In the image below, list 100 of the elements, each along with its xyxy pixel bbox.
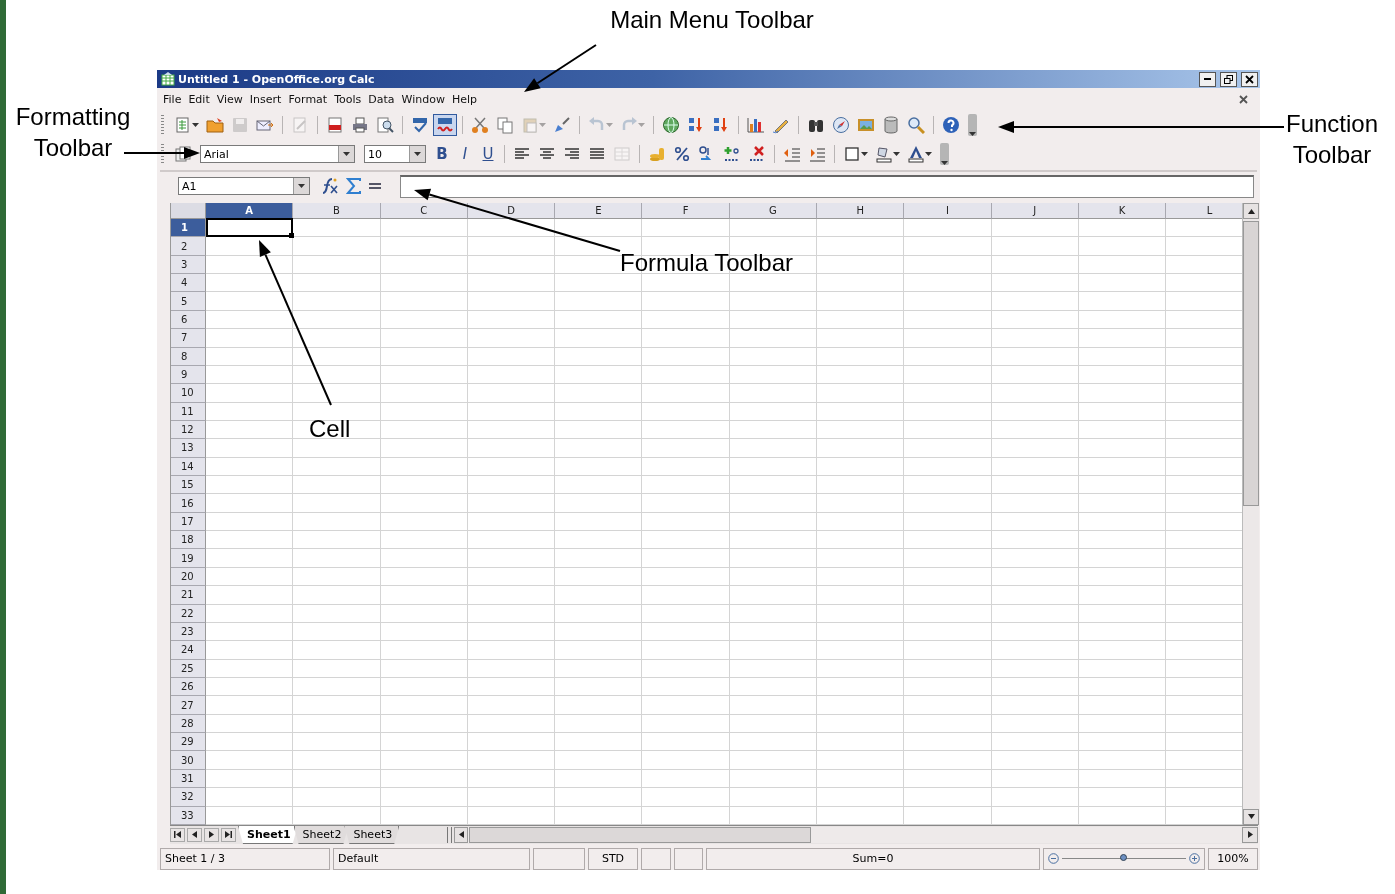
page-style: Default	[333, 847, 530, 870]
restore-button[interactable]	[1220, 71, 1237, 87]
right-arrow-icon[interactable]	[1246, 831, 1254, 839]
row-header[interactable]: 4	[171, 274, 206, 293]
underline-button[interactable]: U	[477, 143, 499, 165]
caret-icon[interactable]	[925, 152, 932, 156]
caret-icon[interactable]	[893, 152, 900, 156]
last-icon[interactable]	[225, 831, 232, 839]
font-color-icon[interactable]	[907, 145, 925, 163]
row-header[interactable]: 30	[171, 751, 206, 770]
column-header[interactable]: H	[817, 203, 905, 219]
caret-icon[interactable]	[941, 161, 948, 165]
left-arrow-icon[interactable]	[457, 831, 465, 839]
row-header[interactable]: 27	[171, 696, 206, 715]
caret-icon[interactable]	[343, 152, 350, 156]
row-header[interactable]: 10	[171, 384, 206, 403]
menu-item[interactable]: File	[163, 92, 187, 106]
font-size-dropdown[interactable]: 10	[364, 145, 426, 163]
first-sheet-button[interactable]	[170, 827, 185, 842]
scroll-right-button[interactable]	[1242, 826, 1258, 843]
column-header[interactable]: F	[642, 203, 730, 219]
caret-icon[interactable]	[414, 152, 421, 156]
row-header[interactable]: 7	[171, 329, 206, 348]
row-header[interactable]: 5	[171, 292, 206, 311]
menu-item[interactable]: Data	[368, 92, 400, 106]
scroll-down-button[interactable]	[1243, 808, 1259, 825]
toolbar-overflow-button[interactable]	[940, 143, 949, 165]
status-field	[674, 847, 703, 870]
formula-input-field[interactable]	[400, 174, 1254, 198]
left-arrow-icon[interactable]	[191, 831, 198, 839]
caret-icon[interactable]	[969, 132, 976, 136]
toolbar-overflow-button[interactable]	[968, 114, 977, 136]
close-icon[interactable]	[1245, 74, 1254, 84]
callout-label: Cell	[309, 414, 351, 444]
column-header[interactable]: K	[1078, 203, 1167, 219]
caret-icon[interactable]	[861, 152, 868, 156]
row-header[interactable]: 15	[171, 476, 206, 495]
right-arrow-icon[interactable]	[208, 831, 215, 839]
scroll-thumb[interactable]	[469, 826, 812, 843]
function-wizard-icon[interactable]	[320, 177, 340, 195]
scroll-thumb[interactable]	[1243, 221, 1259, 506]
zoom-in-icon[interactable]	[1189, 853, 1200, 865]
scroll-left-button[interactable]	[454, 826, 469, 843]
scroll-up-button[interactable]	[1243, 203, 1259, 219]
column-header[interactable]: D	[467, 203, 556, 219]
cell-grid[interactable]	[206, 219, 1242, 825]
row-header[interactable]: 24	[171, 641, 206, 660]
horizontal-scrollbar[interactable]	[454, 826, 1258, 843]
column-header[interactable]: E	[555, 203, 643, 219]
zoom-out-icon[interactable]	[1048, 853, 1059, 865]
restore-icon[interactable]	[1224, 74, 1233, 84]
zoom-slider[interactable]	[1043, 847, 1205, 870]
row-header[interactable]: 2	[171, 237, 206, 256]
previous-sheet-button[interactable]	[187, 827, 202, 842]
first-icon[interactable]	[174, 831, 181, 839]
column-header[interactable]: L	[1166, 203, 1242, 219]
name-box[interactable]: A1	[178, 177, 310, 195]
column-header[interactable]: C	[380, 203, 468, 219]
menu-item[interactable]: Help	[451, 92, 482, 106]
down-arrow-icon[interactable]	[1247, 813, 1255, 821]
up-arrow-icon[interactable]	[1247, 207, 1255, 215]
row-header[interactable]: 21	[171, 586, 206, 605]
column-header[interactable]: J	[991, 203, 1079, 219]
callout-label: Function Toolbar	[1284, 109, 1380, 170]
close-button[interactable]	[1241, 71, 1258, 87]
row-header[interactable]: 16	[171, 494, 206, 513]
menu-item[interactable]: Insert	[249, 92, 287, 106]
row-header[interactable]: 1	[171, 219, 206, 238]
paint-bucket-icon[interactable]	[875, 145, 893, 163]
bold-button[interactable]: B	[431, 143, 453, 165]
close-document-icon[interactable]	[1239, 94, 1248, 104]
font-name-dropdown[interactable]: Arial	[200, 145, 355, 163]
caret-icon[interactable]	[298, 184, 305, 188]
sum-display: Sum=0	[706, 847, 1040, 870]
row-header[interactable]: 13	[171, 439, 206, 458]
vertical-scrollbar[interactable]	[1242, 203, 1259, 825]
column-header[interactable]: G	[729, 203, 818, 219]
menu-item[interactable]: Edit	[188, 92, 215, 106]
menu-item[interactable]: Tools	[334, 92, 367, 106]
menu-item[interactable]: View	[216, 92, 248, 106]
row-header[interactable]: 32	[171, 788, 206, 807]
menu-item[interactable]: Window	[401, 92, 450, 106]
sheet-tab[interactable]: Sheet1	[238, 825, 298, 844]
caret-icon[interactable]	[192, 123, 199, 127]
italic-button[interactable]: I	[454, 143, 476, 165]
next-sheet-button[interactable]	[204, 827, 219, 842]
column-header[interactable]: A	[206, 203, 294, 219]
column-header[interactable]: B	[293, 203, 381, 219]
row-header[interactable]: 29	[171, 733, 206, 752]
row-header[interactable]: 19	[171, 549, 206, 568]
border-square-icon[interactable]	[843, 145, 861, 163]
menu-item[interactable]: Format	[288, 92, 333, 106]
sum-icon[interactable]	[346, 178, 362, 194]
sheet-tab[interactable]: Sheet2	[293, 825, 349, 844]
selected-cell[interactable]	[206, 218, 294, 238]
minimize-button[interactable]	[1199, 71, 1216, 87]
column-header[interactable]: I	[904, 203, 992, 219]
sheet-tab[interactable]: Sheet3	[344, 825, 400, 844]
last-sheet-button[interactable]	[221, 827, 236, 842]
row-header[interactable]: 18	[171, 531, 206, 550]
